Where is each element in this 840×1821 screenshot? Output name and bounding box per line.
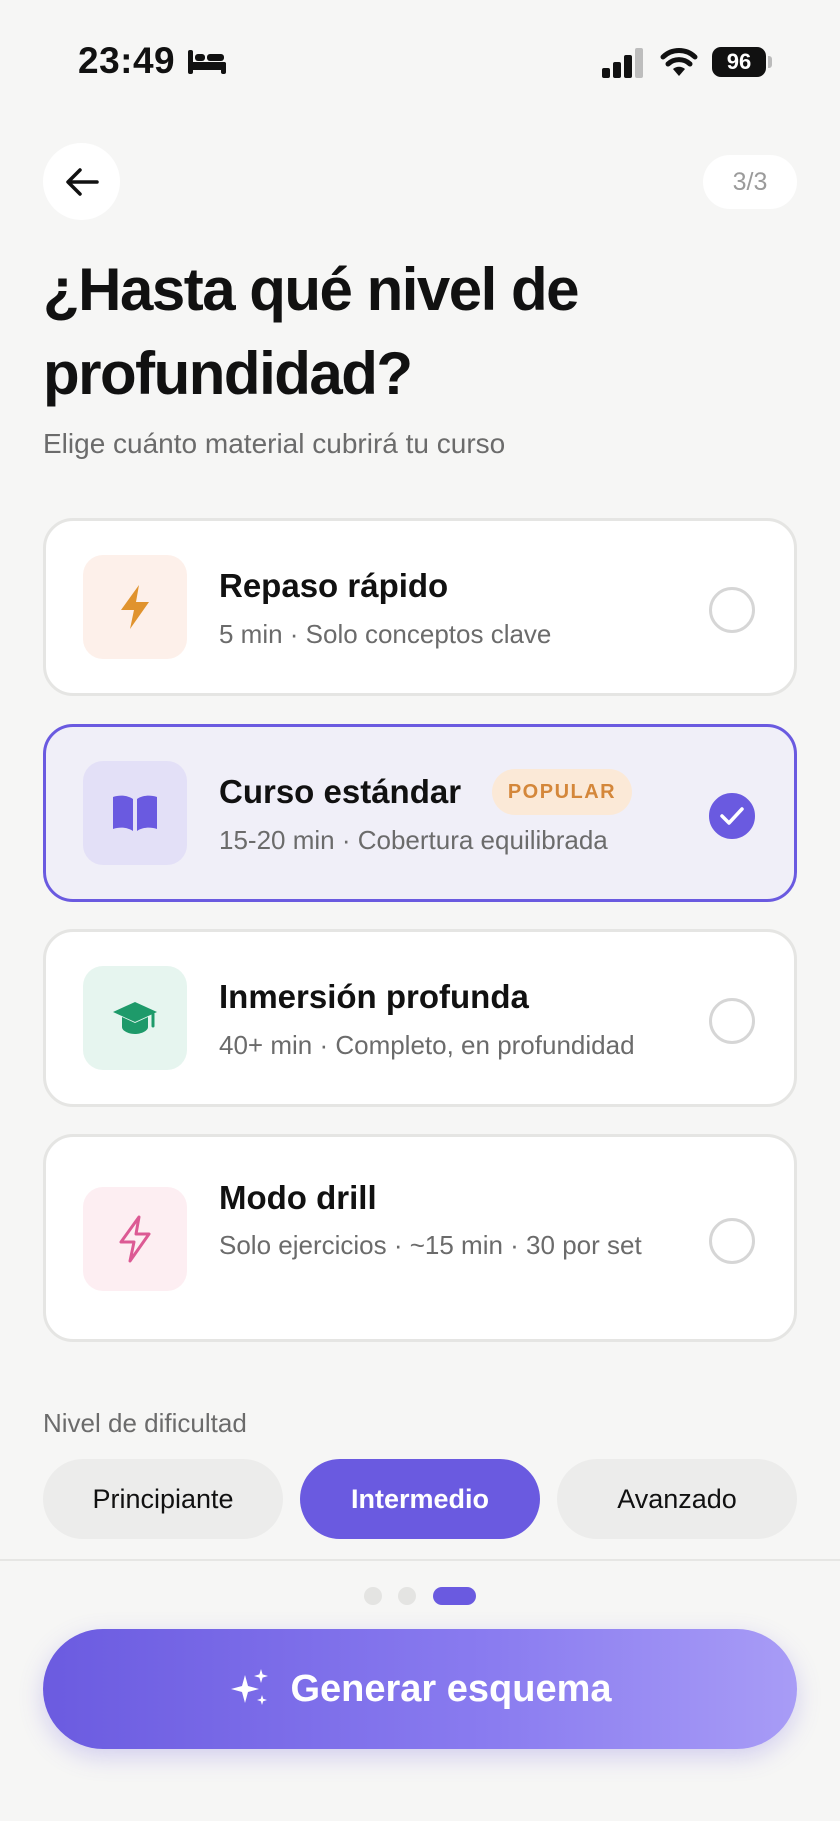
difficulty-beginner[interactable]: Principiante xyxy=(43,1459,283,1539)
radio-button[interactable] xyxy=(709,587,755,633)
divider xyxy=(0,1559,840,1561)
status-time: 23:49 xyxy=(78,40,176,81)
screen: 23:49 96 3/3 ¿Hasta qué nivel de profund… xyxy=(0,0,840,1821)
step-indicator: 3/3 xyxy=(703,155,797,209)
arrow-left-icon xyxy=(65,167,99,196)
difficulty-intermediate[interactable]: Intermedio xyxy=(300,1459,540,1539)
option-description: 40+ min · Completo, en profundidad xyxy=(219,1030,635,1060)
generate-outline-button[interactable]: Generar esquema xyxy=(43,1629,797,1749)
graduation-cap-icon xyxy=(113,1002,157,1034)
option-icon-box xyxy=(83,966,187,1070)
status-bar: 23:49 96 xyxy=(0,0,840,124)
page-subtitle: Elige cuánto material cubrirá tu curso xyxy=(43,428,506,459)
difficulty-label: Nivel de dificultad xyxy=(43,1408,247,1438)
option-icon-box xyxy=(83,1187,187,1291)
option-drill-mode[interactable]: Modo drill Solo ejercicios · ~15 min · 3… xyxy=(43,1134,797,1342)
option-description: Solo ejercicios · ~15 min · 30 por set xyxy=(219,1230,642,1260)
pager-dot xyxy=(398,1587,416,1605)
option-title: Modo drill xyxy=(219,1179,377,1216)
page-title: ¿Hasta qué nivel de profundidad? xyxy=(43,256,580,407)
option-deep-dive[interactable]: Inmersión profunda 40+ min · Completo, e… xyxy=(43,929,797,1107)
option-description: 15-20 min · Cobertura equilibrada xyxy=(219,825,608,855)
battery-indicator: 96 xyxy=(712,47,766,77)
lightning-icon xyxy=(121,585,149,629)
lightning-outline-icon xyxy=(119,1215,151,1263)
option-standard-course[interactable]: Curso estándar POPULAR 15-20 min · Cober… xyxy=(43,724,797,902)
difficulty-advanced[interactable]: Avanzado xyxy=(557,1459,797,1539)
checkmark-icon xyxy=(720,807,744,825)
option-description: 5 min · Solo conceptos clave xyxy=(219,619,552,649)
radio-button[interactable] xyxy=(709,998,755,1044)
option-icon-box xyxy=(83,761,187,865)
sparkles-icon xyxy=(231,1669,269,1705)
popular-badge: POPULAR xyxy=(492,769,632,815)
pager-dot xyxy=(364,1587,382,1605)
pager-dot-active xyxy=(433,1587,476,1605)
book-icon xyxy=(113,795,157,831)
wifi-icon xyxy=(660,48,698,76)
signal-icon xyxy=(602,48,643,78)
option-icon-box xyxy=(83,555,187,659)
option-title: Inmersión profunda xyxy=(219,978,529,1015)
radio-button-checked[interactable] xyxy=(709,793,755,839)
option-quick-review[interactable]: Repaso rápido 5 min · Solo conceptos cla… xyxy=(43,518,797,696)
generate-outline-label: Generar esquema xyxy=(290,1667,612,1710)
option-title: Repaso rápido xyxy=(219,567,449,604)
option-title: Curso estándar xyxy=(219,773,462,810)
bed-icon xyxy=(188,50,226,74)
battery-cap xyxy=(768,56,772,68)
radio-button[interactable] xyxy=(709,1218,755,1264)
back-button[interactable] xyxy=(43,143,120,220)
